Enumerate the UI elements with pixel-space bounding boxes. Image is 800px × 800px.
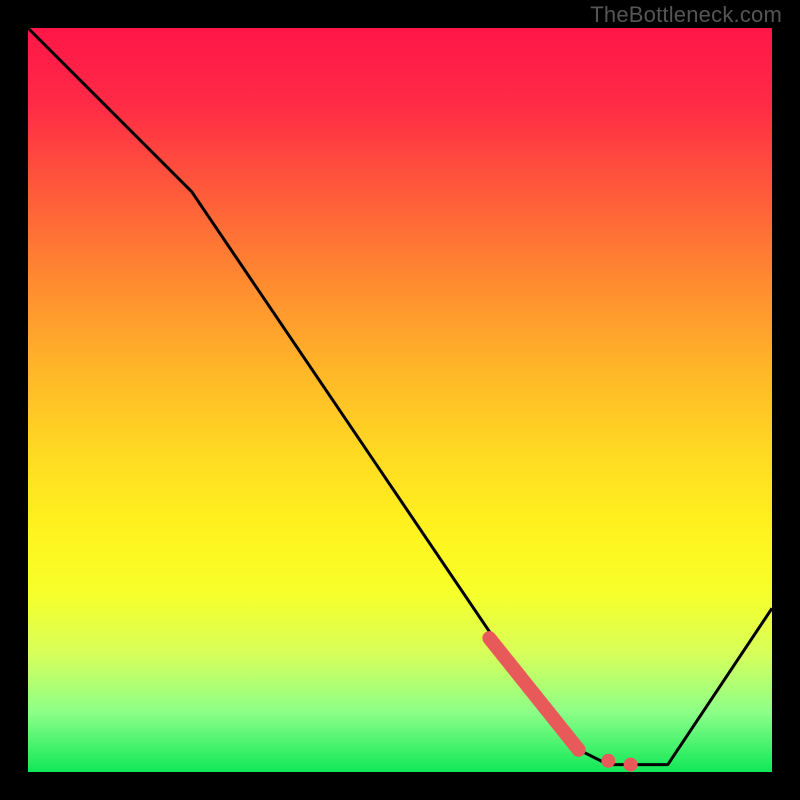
chart-frame: TheBottleneck.com bbox=[0, 0, 800, 800]
highlight-dot bbox=[572, 743, 586, 757]
optimal-range-highlight bbox=[489, 638, 578, 750]
highlight-dot bbox=[601, 754, 615, 768]
chart-svg bbox=[0, 0, 800, 800]
bottleneck-curve bbox=[28, 28, 772, 765]
highlight-dot bbox=[624, 758, 638, 772]
watermark-text: TheBottleneck.com bbox=[590, 2, 782, 28]
